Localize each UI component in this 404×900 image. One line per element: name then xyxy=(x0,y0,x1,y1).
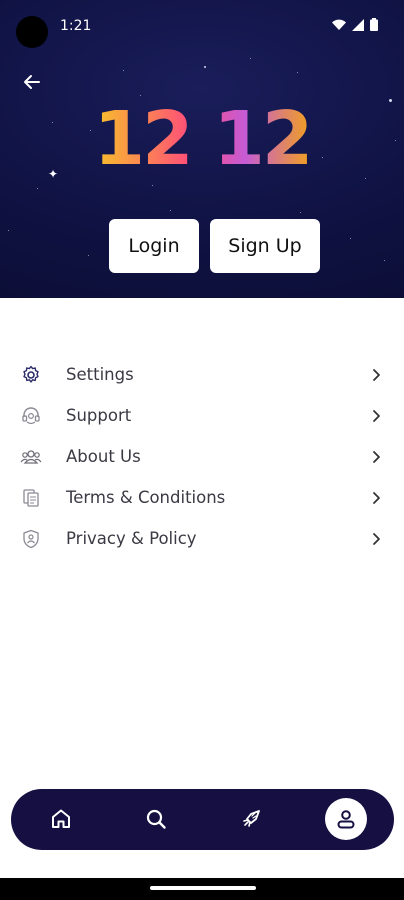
bottom-navigation xyxy=(11,789,394,850)
star xyxy=(250,58,251,59)
rocket-icon xyxy=(243,810,260,827)
battery-icon xyxy=(370,18,378,31)
star xyxy=(37,188,38,189)
menu-label: Privacy & Policy xyxy=(66,529,197,548)
star xyxy=(384,260,385,261)
settings-menu: Settings Support About Us Terms & Condit… xyxy=(0,354,404,559)
chevron-right-icon xyxy=(373,491,380,504)
menu-label: Terms & Conditions xyxy=(66,488,226,507)
gear-icon xyxy=(20,364,42,386)
star xyxy=(297,72,298,73)
users-icon xyxy=(20,446,42,468)
home-gesture-handle[interactable] xyxy=(150,886,256,890)
star xyxy=(204,66,206,68)
wifi-icon xyxy=(332,19,346,30)
shield-icon xyxy=(20,528,42,550)
app-logo: 12 12 xyxy=(0,96,404,182)
menu-item-about-us[interactable]: About Us xyxy=(0,436,404,477)
profile-icon xyxy=(337,810,355,829)
login-button[interactable]: Login xyxy=(109,219,199,273)
menu-item-terms-conditions[interactable]: Terms & Conditions xyxy=(0,477,404,518)
menu-item-privacy-policy[interactable]: Privacy & Policy xyxy=(0,518,404,559)
status-icons xyxy=(332,18,378,31)
chevron-right-icon xyxy=(373,450,380,463)
star xyxy=(350,238,351,239)
logo-text: 12 12 xyxy=(93,96,314,182)
chevron-right-icon xyxy=(373,368,380,381)
hero-banner: ✦ 1:21 12 12 Login Sign Up xyxy=(0,0,404,298)
signup-button[interactable]: Sign Up xyxy=(210,219,320,273)
status-bar: 1:21 xyxy=(0,0,404,52)
search-icon xyxy=(146,809,166,829)
document-icon xyxy=(20,487,42,509)
star xyxy=(8,230,9,231)
star xyxy=(170,210,171,211)
nav-explore-button[interactable] xyxy=(231,799,271,839)
camera-cutout xyxy=(16,16,48,48)
chevron-right-icon xyxy=(373,409,380,422)
star xyxy=(123,70,124,71)
chevron-right-icon xyxy=(373,532,380,545)
star xyxy=(152,185,153,186)
menu-item-support[interactable]: Support xyxy=(0,395,404,436)
star xyxy=(300,212,301,213)
star xyxy=(88,255,89,256)
nav-home-button[interactable] xyxy=(41,799,81,839)
menu-label: Support xyxy=(66,406,132,425)
nav-profile-button[interactable] xyxy=(325,798,367,840)
nav-search-button[interactable] xyxy=(136,799,176,839)
headset-icon xyxy=(20,405,42,427)
menu-label: About Us xyxy=(66,447,141,466)
menu-item-settings[interactable]: Settings xyxy=(0,354,404,395)
home-icon xyxy=(52,809,70,828)
menu-label: Settings xyxy=(66,365,134,384)
back-arrow-icon[interactable] xyxy=(20,70,44,94)
status-time: 1:21 xyxy=(60,18,92,34)
signal-icon xyxy=(352,18,364,31)
